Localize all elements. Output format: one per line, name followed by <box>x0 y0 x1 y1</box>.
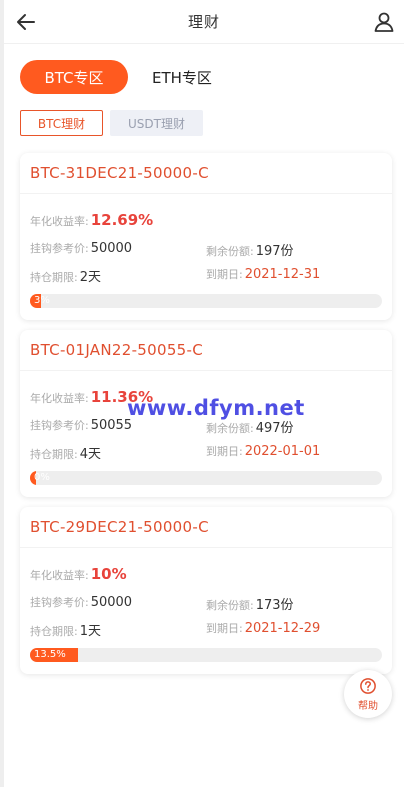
left-edge <box>0 0 4 787</box>
term-row: 持仓期限: 2天 <box>30 266 101 285</box>
rate-row: 年化收益率: 12.69% <box>30 211 153 229</box>
progress-text: 13.5% <box>34 649 66 660</box>
watermark: www.dfym.net <box>127 396 305 420</box>
product-code: BTC-01JAN22-50055-C <box>20 330 392 371</box>
remaining-label: 剩余份额: <box>206 599 254 612</box>
expiry-value: 2021-12-29 <box>244 621 321 636</box>
progress-bar: 13.5% <box>30 648 382 662</box>
rate-row: 年化收益率: 10% <box>30 565 127 583</box>
term-value: 1天 <box>79 624 101 639</box>
tab-btc-zone[interactable]: BTC专区 <box>20 60 128 94</box>
remaining-value: 173份 <box>255 598 294 613</box>
remaining-row: 剩余份额: 197份 <box>206 240 294 259</box>
progress-bar: 3% <box>30 294 382 308</box>
term-row: 持仓期限: 4天 <box>30 443 101 462</box>
question-circle-icon <box>360 677 376 694</box>
user-icon[interactable] <box>372 10 396 34</box>
back-arrow-icon[interactable] <box>14 10 38 34</box>
tab-eth-zone[interactable]: ETH专区 <box>152 60 212 94</box>
progress-bar: 0% <box>30 471 382 485</box>
term-label: 持仓期限: <box>30 271 78 284</box>
rate-label: 年化收益率: <box>30 215 89 228</box>
ref-price-value: 50000 <box>90 241 133 256</box>
product-card[interactable]: BTC-29DEC21-50000-C 年化收益率: 10% 挂钩参考价: 50… <box>20 507 392 674</box>
remaining-row: 剩余份额: 173份 <box>206 594 294 613</box>
term-value: 4天 <box>79 447 101 462</box>
ref-price-label: 挂钩参考价: <box>30 596 89 609</box>
expiry-row: 到期日: 2021-12-29 <box>206 620 320 636</box>
remaining-label: 剩余份额: <box>206 422 254 435</box>
help-label: 帮助 <box>358 700 378 712</box>
term-label: 持仓期限: <box>30 625 78 638</box>
remaining-value: 197份 <box>255 244 294 259</box>
ref-price-row: 挂钩参考价: 50000 <box>30 240 132 256</box>
term-value: 2天 <box>79 270 101 285</box>
progress-text: 3% <box>34 295 50 306</box>
expiry-value: 2022-01-01 <box>244 444 321 459</box>
expiry-label: 到期日: <box>206 445 243 458</box>
product-code: BTC-29DEC21-50000-C <box>20 507 392 548</box>
expiry-row: 到期日: 2021-12-31 <box>206 266 320 282</box>
page-title: 理财 <box>187 13 220 31</box>
rate-value: 12.69% <box>90 211 154 229</box>
rate-label: 年化收益率: <box>30 569 89 582</box>
rate-label: 年化收益率: <box>30 392 89 405</box>
subtab-btc-finance[interactable]: BTC理财 <box>20 110 103 136</box>
header: 理财 <box>4 0 404 44</box>
product-card[interactable]: BTC-31DEC21-50000-C 年化收益率: 12.69% 挂钩参考价:… <box>20 153 392 320</box>
remaining-label: 剩余份额: <box>206 245 254 258</box>
expiry-label: 到期日: <box>206 622 243 635</box>
progress-text: 0% <box>34 472 50 483</box>
term-row: 持仓期限: 1天 <box>30 620 101 639</box>
ref-price-value: 50055 <box>90 418 133 433</box>
expiry-label: 到期日: <box>206 268 243 281</box>
term-label: 持仓期限: <box>30 448 78 461</box>
ref-price-row: 挂钩参考价: 50000 <box>30 594 132 610</box>
rate-value: 10% <box>90 565 127 583</box>
expiry-value: 2021-12-31 <box>244 267 321 282</box>
product-code: BTC-31DEC21-50000-C <box>20 153 392 194</box>
zone-tabs: BTC专区 ETH专区 <box>20 60 212 94</box>
ref-price-label: 挂钩参考价: <box>30 419 89 432</box>
subtab-usdt-finance[interactable]: USDT理财 <box>110 110 203 136</box>
expiry-row: 到期日: 2022-01-01 <box>206 443 320 459</box>
help-button[interactable]: 帮助 <box>344 670 392 718</box>
ref-price-label: 挂钩参考价: <box>30 242 89 255</box>
product-type-tabs: BTC理财 USDT理财 <box>20 110 203 136</box>
ref-price-value: 50000 <box>90 595 133 610</box>
ref-price-row: 挂钩参考价: 50055 <box>30 417 132 433</box>
